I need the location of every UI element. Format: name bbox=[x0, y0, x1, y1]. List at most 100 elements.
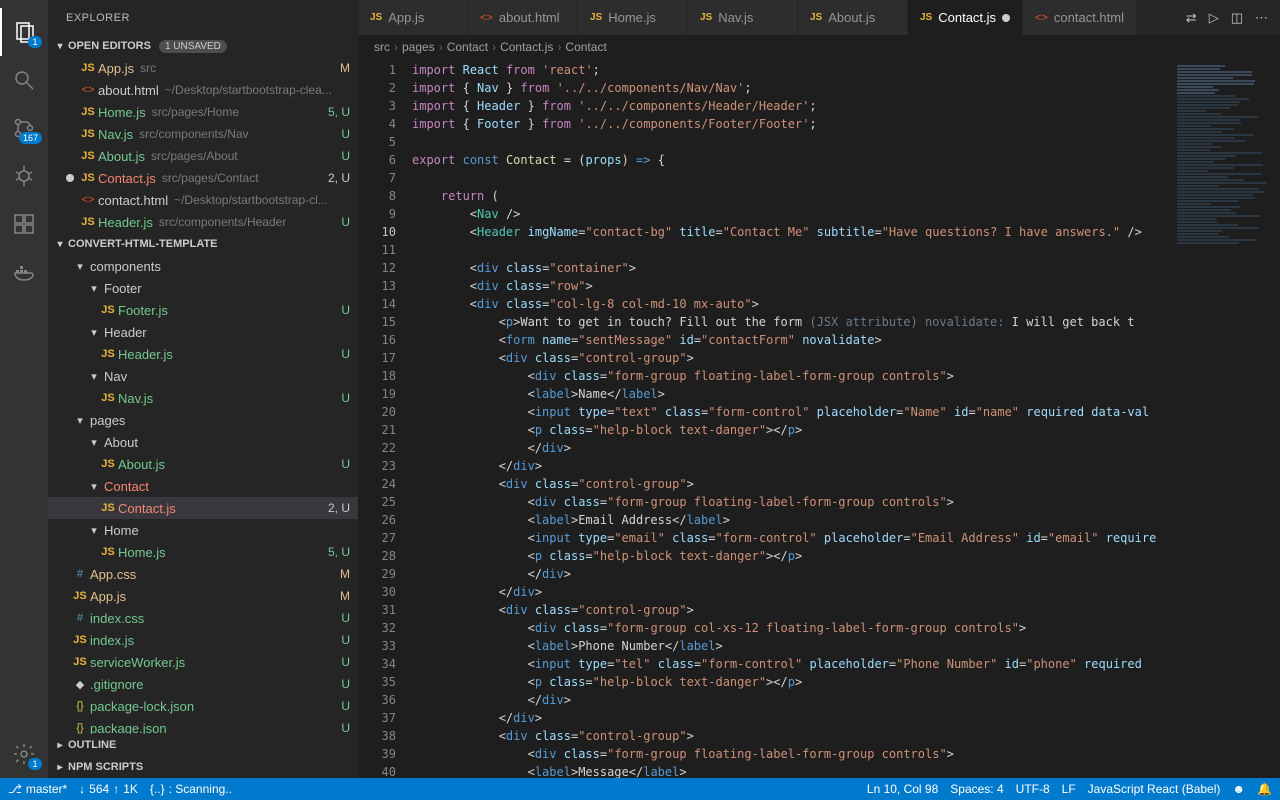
editor-tab[interactable]: JSContact.js bbox=[908, 0, 1023, 35]
more-icon[interactable]: ⋯ bbox=[1255, 10, 1268, 26]
item-name: Footer.js bbox=[118, 303, 168, 318]
split-icon[interactable]: ◫ bbox=[1231, 10, 1243, 26]
npm-header[interactable]: ▸ NPM SCRIPTS bbox=[48, 756, 358, 778]
breadcrumb-item[interactable]: pages bbox=[402, 40, 435, 54]
debug-icon[interactable] bbox=[0, 152, 48, 200]
code-editor[interactable]: 1234567891011121314151617181920212223242… bbox=[358, 59, 1280, 778]
file-icon: JS bbox=[370, 12, 382, 23]
run-icon[interactable]: ▷ bbox=[1209, 10, 1219, 26]
minimap[interactable] bbox=[1170, 59, 1280, 778]
sync-indicator[interactable]: ↓564 ↑1K bbox=[79, 782, 138, 796]
file-status: U bbox=[341, 611, 350, 625]
folder-item[interactable]: ▾Nav bbox=[48, 365, 358, 387]
item-name: Contact bbox=[104, 479, 149, 494]
project-header[interactable]: ▾ CONVERT-HTML-TEMPLATE bbox=[48, 233, 358, 255]
editor-tab[interactable]: <>contact.html bbox=[1023, 0, 1137, 35]
breadcrumb-item[interactable]: Contact.js bbox=[500, 40, 553, 54]
file-icon: # bbox=[70, 568, 90, 580]
explorer-icon[interactable]: 1 bbox=[0, 8, 48, 56]
outline-header[interactable]: ▸ OUTLINE bbox=[48, 734, 358, 756]
open-editors-label: OPEN EDITORS bbox=[68, 40, 151, 52]
open-editor-item[interactable]: JSApp.jssrcM bbox=[48, 57, 358, 79]
file-name: Header.js bbox=[98, 215, 153, 230]
breadcrumb-item[interactable]: src bbox=[374, 40, 390, 54]
open-editor-item[interactable]: JSNav.jssrc/components/NavU bbox=[48, 123, 358, 145]
folder-item[interactable]: ▾components bbox=[48, 255, 358, 277]
open-editor-item[interactable]: JSAbout.jssrc/pages/AboutU bbox=[48, 145, 358, 167]
folder-item[interactable]: ▾About bbox=[48, 431, 358, 453]
file-item[interactable]: JSAbout.jsU bbox=[48, 453, 358, 475]
chevron-right-icon: ▸ bbox=[52, 762, 68, 773]
breadcrumb[interactable]: src›pages›Contact›Contact.js›Contact bbox=[358, 35, 1280, 59]
file-icon: JS bbox=[920, 12, 932, 23]
folder-item[interactable]: ▾Contact bbox=[48, 475, 358, 497]
file-item[interactable]: JSserviceWorker.jsU bbox=[48, 651, 358, 673]
explorer-badge: 1 bbox=[28, 36, 42, 48]
file-icon: JS bbox=[98, 348, 118, 360]
open-editors-header[interactable]: ▾ OPEN EDITORS 1 UNSAVED bbox=[48, 35, 358, 57]
outline-label: OUTLINE bbox=[68, 739, 116, 751]
editor-tabs: JSApp.js<>about.htmlJSHome.jsJSNav.jsJSA… bbox=[358, 0, 1280, 35]
file-item[interactable]: {}package.jsonU bbox=[48, 717, 358, 734]
search-icon[interactable] bbox=[0, 56, 48, 104]
file-item[interactable]: ◆.gitignoreU bbox=[48, 673, 358, 695]
source-control-icon[interactable]: 167 bbox=[0, 104, 48, 152]
file-icon: JS bbox=[98, 546, 118, 558]
folder-item[interactable]: ▾Footer bbox=[48, 277, 358, 299]
open-editor-item[interactable]: <>contact.html~/Desktop/startbootstrap-c… bbox=[48, 189, 358, 211]
file-status: U bbox=[341, 457, 350, 471]
folder-item[interactable]: ▾pages bbox=[48, 409, 358, 431]
file-name: contact.html bbox=[98, 193, 168, 208]
item-name: .gitignore bbox=[90, 677, 143, 692]
sidebar-title: EXPLORER bbox=[48, 0, 358, 35]
file-icon: JS bbox=[78, 150, 98, 162]
open-editor-item[interactable]: JSHeader.jssrc/components/HeaderU bbox=[48, 211, 358, 233]
file-icon: ◆ bbox=[70, 678, 90, 691]
editor-tab[interactable]: JSHome.js bbox=[578, 0, 688, 35]
file-item[interactable]: #index.cssU bbox=[48, 607, 358, 629]
eol-indicator[interactable]: LF bbox=[1062, 782, 1076, 796]
open-editor-item[interactable]: JSContact.jssrc/pages/Contact2, U bbox=[48, 167, 358, 189]
editor-tab[interactable]: JSNav.js bbox=[688, 0, 798, 35]
open-editor-item[interactable]: JSHome.jssrc/pages/Home5, U bbox=[48, 101, 358, 123]
file-icon: JS bbox=[70, 634, 90, 646]
feedback-icon[interactable]: ☻ bbox=[1232, 782, 1245, 796]
editor-tab[interactable]: <>about.html bbox=[468, 0, 578, 35]
cursor-position[interactable]: Ln 10, Col 98 bbox=[867, 782, 938, 796]
code-content[interactable]: import React from 'react';import { Nav }… bbox=[412, 59, 1170, 778]
file-item[interactable]: JSHeader.jsU bbox=[48, 343, 358, 365]
compare-icon[interactable]: ⇄ bbox=[1186, 10, 1197, 26]
item-name: About bbox=[104, 435, 138, 450]
file-icon: JS bbox=[700, 12, 712, 23]
editor-tab[interactable]: JSApp.js bbox=[358, 0, 468, 35]
breadcrumb-item[interactable]: Contact bbox=[565, 40, 606, 54]
file-item[interactable]: {}package-lock.jsonU bbox=[48, 695, 358, 717]
file-item[interactable]: #App.cssM bbox=[48, 563, 358, 585]
file-item[interactable]: JSHome.js5, U bbox=[48, 541, 358, 563]
language-indicator[interactable]: JavaScript React (Babel) bbox=[1088, 782, 1221, 796]
file-item[interactable]: JSFooter.jsU bbox=[48, 299, 358, 321]
file-name: Contact.js bbox=[98, 171, 156, 186]
file-status: M bbox=[340, 61, 350, 75]
file-item[interactable]: JSindex.jsU bbox=[48, 629, 358, 651]
file-item[interactable]: JSContact.js2, U bbox=[48, 497, 358, 519]
breadcrumb-item[interactable]: Contact bbox=[447, 40, 488, 54]
chevron-down-icon: ▾ bbox=[84, 370, 104, 383]
file-item[interactable]: JSApp.jsM bbox=[48, 585, 358, 607]
extensions-icon[interactable] bbox=[0, 200, 48, 248]
branch-indicator[interactable]: ⎇ master* bbox=[8, 782, 67, 796]
open-editor-item[interactable]: <>about.html~/Desktop/startbootstrap-cle… bbox=[48, 79, 358, 101]
editor-tab[interactable]: JSAbout.js bbox=[798, 0, 908, 35]
file-icon: JS bbox=[78, 106, 98, 118]
file-item[interactable]: JSNav.jsU bbox=[48, 387, 358, 409]
folder-item[interactable]: ▾Home bbox=[48, 519, 358, 541]
encoding-indicator[interactable]: UTF-8 bbox=[1016, 782, 1050, 796]
file-icon: <> bbox=[480, 12, 493, 24]
scan-indicator[interactable]: {..} : Scanning.. bbox=[150, 782, 232, 796]
docker-icon[interactable] bbox=[0, 248, 48, 296]
file-icon: JS bbox=[810, 12, 822, 23]
folder-item[interactable]: ▾Header bbox=[48, 321, 358, 343]
notifications-icon[interactable]: 🔔 bbox=[1257, 782, 1272, 796]
settings-icon[interactable]: 1 bbox=[0, 730, 48, 778]
indent-indicator[interactable]: Spaces: 4 bbox=[950, 782, 1003, 796]
